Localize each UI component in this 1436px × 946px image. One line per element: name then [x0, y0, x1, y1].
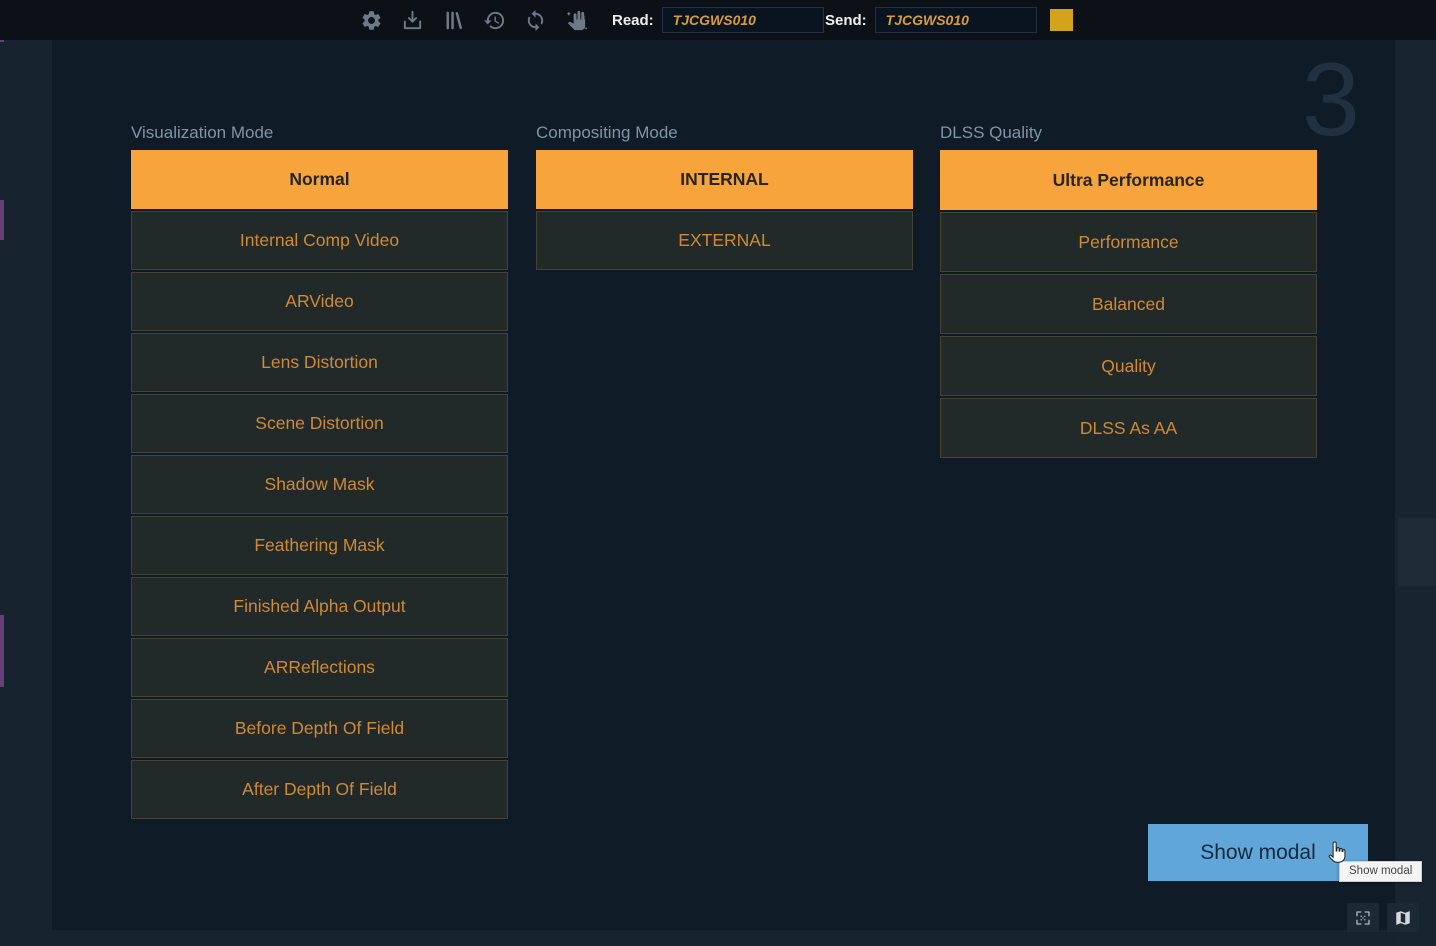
option-before-depth-of-field[interactable]: Before Depth Of Field [131, 699, 508, 758]
option-arreflections[interactable]: ARReflections [131, 638, 508, 697]
pan-hand-icon[interactable] [563, 7, 589, 33]
read-input[interactable] [662, 7, 824, 33]
fit-screen-icon [1354, 909, 1372, 927]
option-internal-comp-video[interactable]: Internal Comp Video [131, 211, 508, 270]
screen-edge-artifact [0, 200, 4, 240]
option-lens-distortion[interactable]: Lens Distortion [131, 333, 508, 392]
top-toolbar: Read: Send: [0, 0, 1436, 40]
option-quality[interactable]: Quality [940, 336, 1317, 396]
option-normal[interactable]: Normal [131, 150, 508, 209]
option-balanced[interactable]: Balanced [940, 274, 1317, 334]
show-modal-tooltip: Show modal [1339, 861, 1422, 882]
read-field-group: Read: [612, 7, 824, 33]
send-field-group: Send: [825, 7, 1037, 33]
column-options: NormalInternal Comp VideoARVideoLens Dis… [131, 150, 508, 819]
option-feathering-mask[interactable]: Feathering Mask [131, 516, 508, 575]
screen-edge-artifact [0, 615, 4, 687]
map-button[interactable] [1387, 903, 1419, 932]
history-icon[interactable] [481, 7, 507, 33]
option-arvideo[interactable]: ARVideo [131, 272, 508, 331]
option-dlss-as-aa[interactable]: DLSS As AA [940, 398, 1317, 458]
column-visualization-mode: Visualization Mode NormalInternal Comp V… [131, 123, 508, 821]
sync-icon[interactable] [522, 7, 548, 33]
read-label: Read: [612, 12, 654, 29]
show-modal-label: Show modal [1200, 841, 1316, 865]
fit-screen-button[interactable] [1347, 903, 1379, 932]
option-after-depth-of-field[interactable]: After Depth Of Field [131, 760, 508, 819]
option-internal[interactable]: INTERNAL [536, 150, 913, 209]
column-options: Ultra PerformancePerformanceBalancedQual… [940, 150, 1317, 458]
status-indicator [1050, 9, 1073, 31]
option-finished-alpha-output[interactable]: Finished Alpha Output [131, 577, 508, 636]
column-title: Visualization Mode [131, 123, 508, 150]
column-title: Compositing Mode [536, 123, 913, 150]
column-dlss-quality: DLSS Quality Ultra PerformancePerformanc… [940, 123, 1317, 460]
settings-icon[interactable] [358, 7, 384, 33]
option-performance[interactable]: Performance [940, 212, 1317, 272]
download-icon[interactable] [399, 7, 425, 33]
toolbar-icon-group [358, 0, 589, 40]
option-external[interactable]: EXTERNAL [536, 211, 913, 270]
send-input[interactable] [875, 7, 1037, 33]
mouse-cursor-pointer [1326, 839, 1350, 866]
scrollbar-thumb[interactable] [1398, 518, 1435, 586]
column-title: DLSS Quality [940, 123, 1317, 150]
map-icon [1394, 909, 1412, 927]
library-icon[interactable] [440, 7, 466, 33]
option-scene-distortion[interactable]: Scene Distortion [131, 394, 508, 453]
option-shadow-mask[interactable]: Shadow Mask [131, 455, 508, 514]
send-label: Send: [825, 12, 867, 29]
column-options: INTERNALEXTERNAL [536, 150, 913, 270]
column-compositing-mode: Compositing Mode INTERNALEXTERNAL [536, 123, 913, 272]
option-ultra-performance[interactable]: Ultra Performance [940, 150, 1317, 210]
right-panel-strip [1395, 40, 1436, 946]
